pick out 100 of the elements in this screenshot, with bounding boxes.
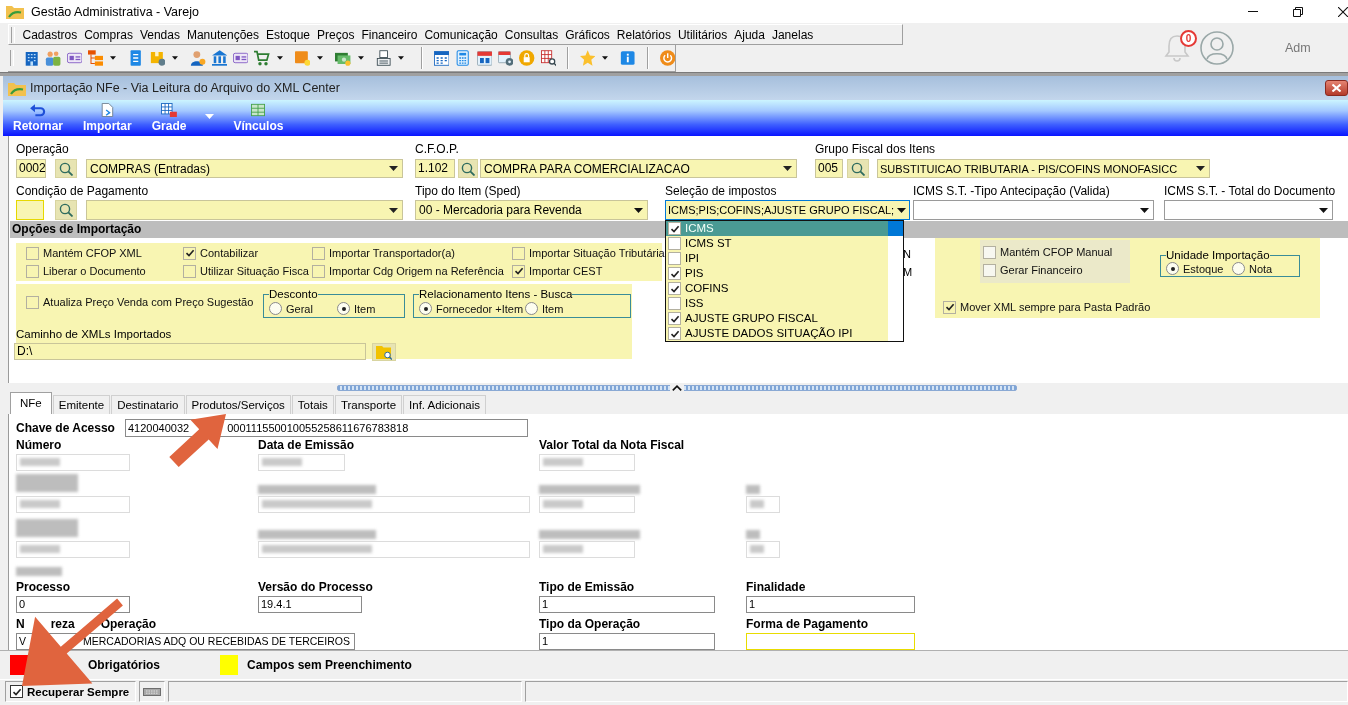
toolbar-button[interactable]: Retornar xyxy=(8,101,68,135)
package-icon[interactable] xyxy=(149,49,166,67)
cart-icon[interactable] xyxy=(254,49,270,67)
text-field[interactable]: 4120040032 000111550010055258611676783818 xyxy=(125,419,528,437)
menu-item[interactable]: Preços xyxy=(313,27,358,42)
menu-item[interactable]: Consultas xyxy=(501,27,562,42)
restore-icon[interactable] xyxy=(1293,6,1303,17)
radio-button[interactable] xyxy=(525,302,538,315)
checkbox[interactable] xyxy=(183,264,196,278)
checkbox[interactable] xyxy=(983,263,996,277)
menu-item[interactable]: Manutenções xyxy=(183,27,263,42)
caret-down-icon[interactable] xyxy=(317,56,324,60)
tab[interactable]: Transporte xyxy=(334,395,403,414)
menu-item[interactable]: Gráficos xyxy=(561,27,614,42)
code-field[interactable]: 0002 xyxy=(16,159,46,178)
tab[interactable]: Inf. Adicionais xyxy=(403,395,487,414)
caret-down-icon[interactable] xyxy=(276,56,283,60)
tab[interactable]: Produtos/Serviços xyxy=(185,395,291,414)
tab[interactable]: Totais xyxy=(291,395,334,414)
browse-button[interactable] xyxy=(372,343,396,361)
splitter-grip[interactable] xyxy=(337,385,1017,391)
menu-item[interactable]: Cadastros xyxy=(19,27,81,42)
checkbox[interactable] xyxy=(512,246,525,260)
checkbox[interactable] xyxy=(668,312,681,325)
text-field[interactable]: 0 xyxy=(16,596,130,613)
calendar-icon[interactable] xyxy=(433,49,450,67)
menu-item[interactable]: Relatórios xyxy=(613,27,675,42)
combo-box[interactable] xyxy=(913,200,1154,220)
caret-down-icon[interactable] xyxy=(172,56,179,60)
combo-box[interactable]: ICMS;PIS;COFINS;AJUSTE GRUPO FISCAL; xyxy=(665,200,910,220)
checkbox[interactable] xyxy=(668,267,681,280)
person-icon[interactable] xyxy=(190,49,206,67)
checkbox[interactable] xyxy=(312,246,325,260)
menu-item[interactable]: Estoque xyxy=(262,27,314,42)
checkbox[interactable] xyxy=(183,246,196,260)
checkbox[interactable] xyxy=(512,264,525,278)
radio-button[interactable] xyxy=(269,302,282,315)
path-field[interactable]: D:\ xyxy=(14,343,366,360)
calendar-gear-icon[interactable] xyxy=(498,49,514,67)
checkbox[interactable] xyxy=(668,252,681,265)
menu-item[interactable]: Ajuda xyxy=(730,27,769,42)
checkbox[interactable] xyxy=(668,282,681,295)
checkbox[interactable] xyxy=(26,264,39,278)
bell-icon[interactable] xyxy=(1163,32,1191,63)
checkbox[interactable] xyxy=(26,295,39,309)
combo-box[interactable]: COMPRAS (Entradas) xyxy=(86,159,403,178)
menu-item[interactable]: Compras xyxy=(80,27,137,42)
close-icon[interactable] xyxy=(1338,6,1348,17)
tab[interactable]: Emitente xyxy=(52,395,111,414)
text-field[interactable]: 1 xyxy=(539,596,715,613)
checkbox[interactable] xyxy=(668,327,681,340)
info-icon[interactable] xyxy=(620,49,636,67)
combo-box[interactable]: COMPRA PARA COMERCIALIZACAO xyxy=(480,159,797,178)
building-icon[interactable] xyxy=(23,49,40,67)
search-button[interactable] xyxy=(847,159,869,178)
star-icon[interactable] xyxy=(580,49,596,67)
checkbox[interactable] xyxy=(668,222,681,235)
people-icon[interactable] xyxy=(45,49,61,67)
checkbox[interactable] xyxy=(668,237,681,250)
code-field[interactable]: 005 xyxy=(815,159,843,178)
tab[interactable]: NFe xyxy=(10,392,52,414)
search-button[interactable] xyxy=(458,159,478,178)
caret-down-icon[interactable] xyxy=(357,56,364,60)
combo-box[interactable] xyxy=(1164,200,1333,220)
power-icon[interactable] xyxy=(659,49,676,67)
menu-item[interactable]: Vendas xyxy=(136,27,184,42)
text-field[interactable]: 1 xyxy=(539,633,715,650)
text-field[interactable] xyxy=(746,633,915,650)
radio-button[interactable] xyxy=(337,302,350,315)
combo-box[interactable]: SUBSTITUICAO TRIBUTARIA - PIS/COFINS MONOFASICC xyxy=(877,159,1210,178)
menu-item[interactable]: Financeiro xyxy=(357,27,421,42)
bank-icon[interactable] xyxy=(211,49,227,67)
checkbox[interactable] xyxy=(943,300,956,314)
search-button[interactable] xyxy=(55,159,77,178)
radio-button[interactable] xyxy=(1232,262,1245,275)
calendar-icon[interactable] xyxy=(476,49,492,67)
code-field[interactable] xyxy=(16,200,44,220)
caret-down-icon[interactable] xyxy=(602,56,609,60)
checkbox[interactable] xyxy=(668,297,681,310)
code-field[interactable]: 1.102 xyxy=(415,159,455,178)
menu-item[interactable]: Utilitários xyxy=(674,27,731,42)
checkbox[interactable] xyxy=(312,264,325,278)
radio-button[interactable] xyxy=(1166,262,1179,275)
toolbar-button[interactable]: Importar xyxy=(78,101,137,135)
caret-down-icon[interactable] xyxy=(397,56,404,60)
document-icon[interactable] xyxy=(128,49,144,67)
cash-register-icon[interactable] xyxy=(375,49,391,67)
text-field[interactable]: 1 xyxy=(746,596,915,613)
tab[interactable]: Destinatario xyxy=(111,395,185,414)
menu-item[interactable]: Janelas xyxy=(768,27,817,42)
toolbar-button[interactable]: Vínculos xyxy=(228,101,289,135)
checkbox[interactable] xyxy=(10,685,23,698)
caret-down-icon[interactable] xyxy=(110,56,117,60)
toolbar-button[interactable]: Grade xyxy=(146,101,192,135)
close-button[interactable] xyxy=(1325,80,1348,96)
table-search-icon[interactable] xyxy=(540,49,557,67)
radio-button[interactable] xyxy=(419,302,432,315)
menu-item[interactable]: Comunicação xyxy=(420,27,502,42)
combo-box[interactable]: 00 - Mercadoria para Revenda xyxy=(415,200,648,220)
calculator-icon[interactable] xyxy=(455,49,471,67)
